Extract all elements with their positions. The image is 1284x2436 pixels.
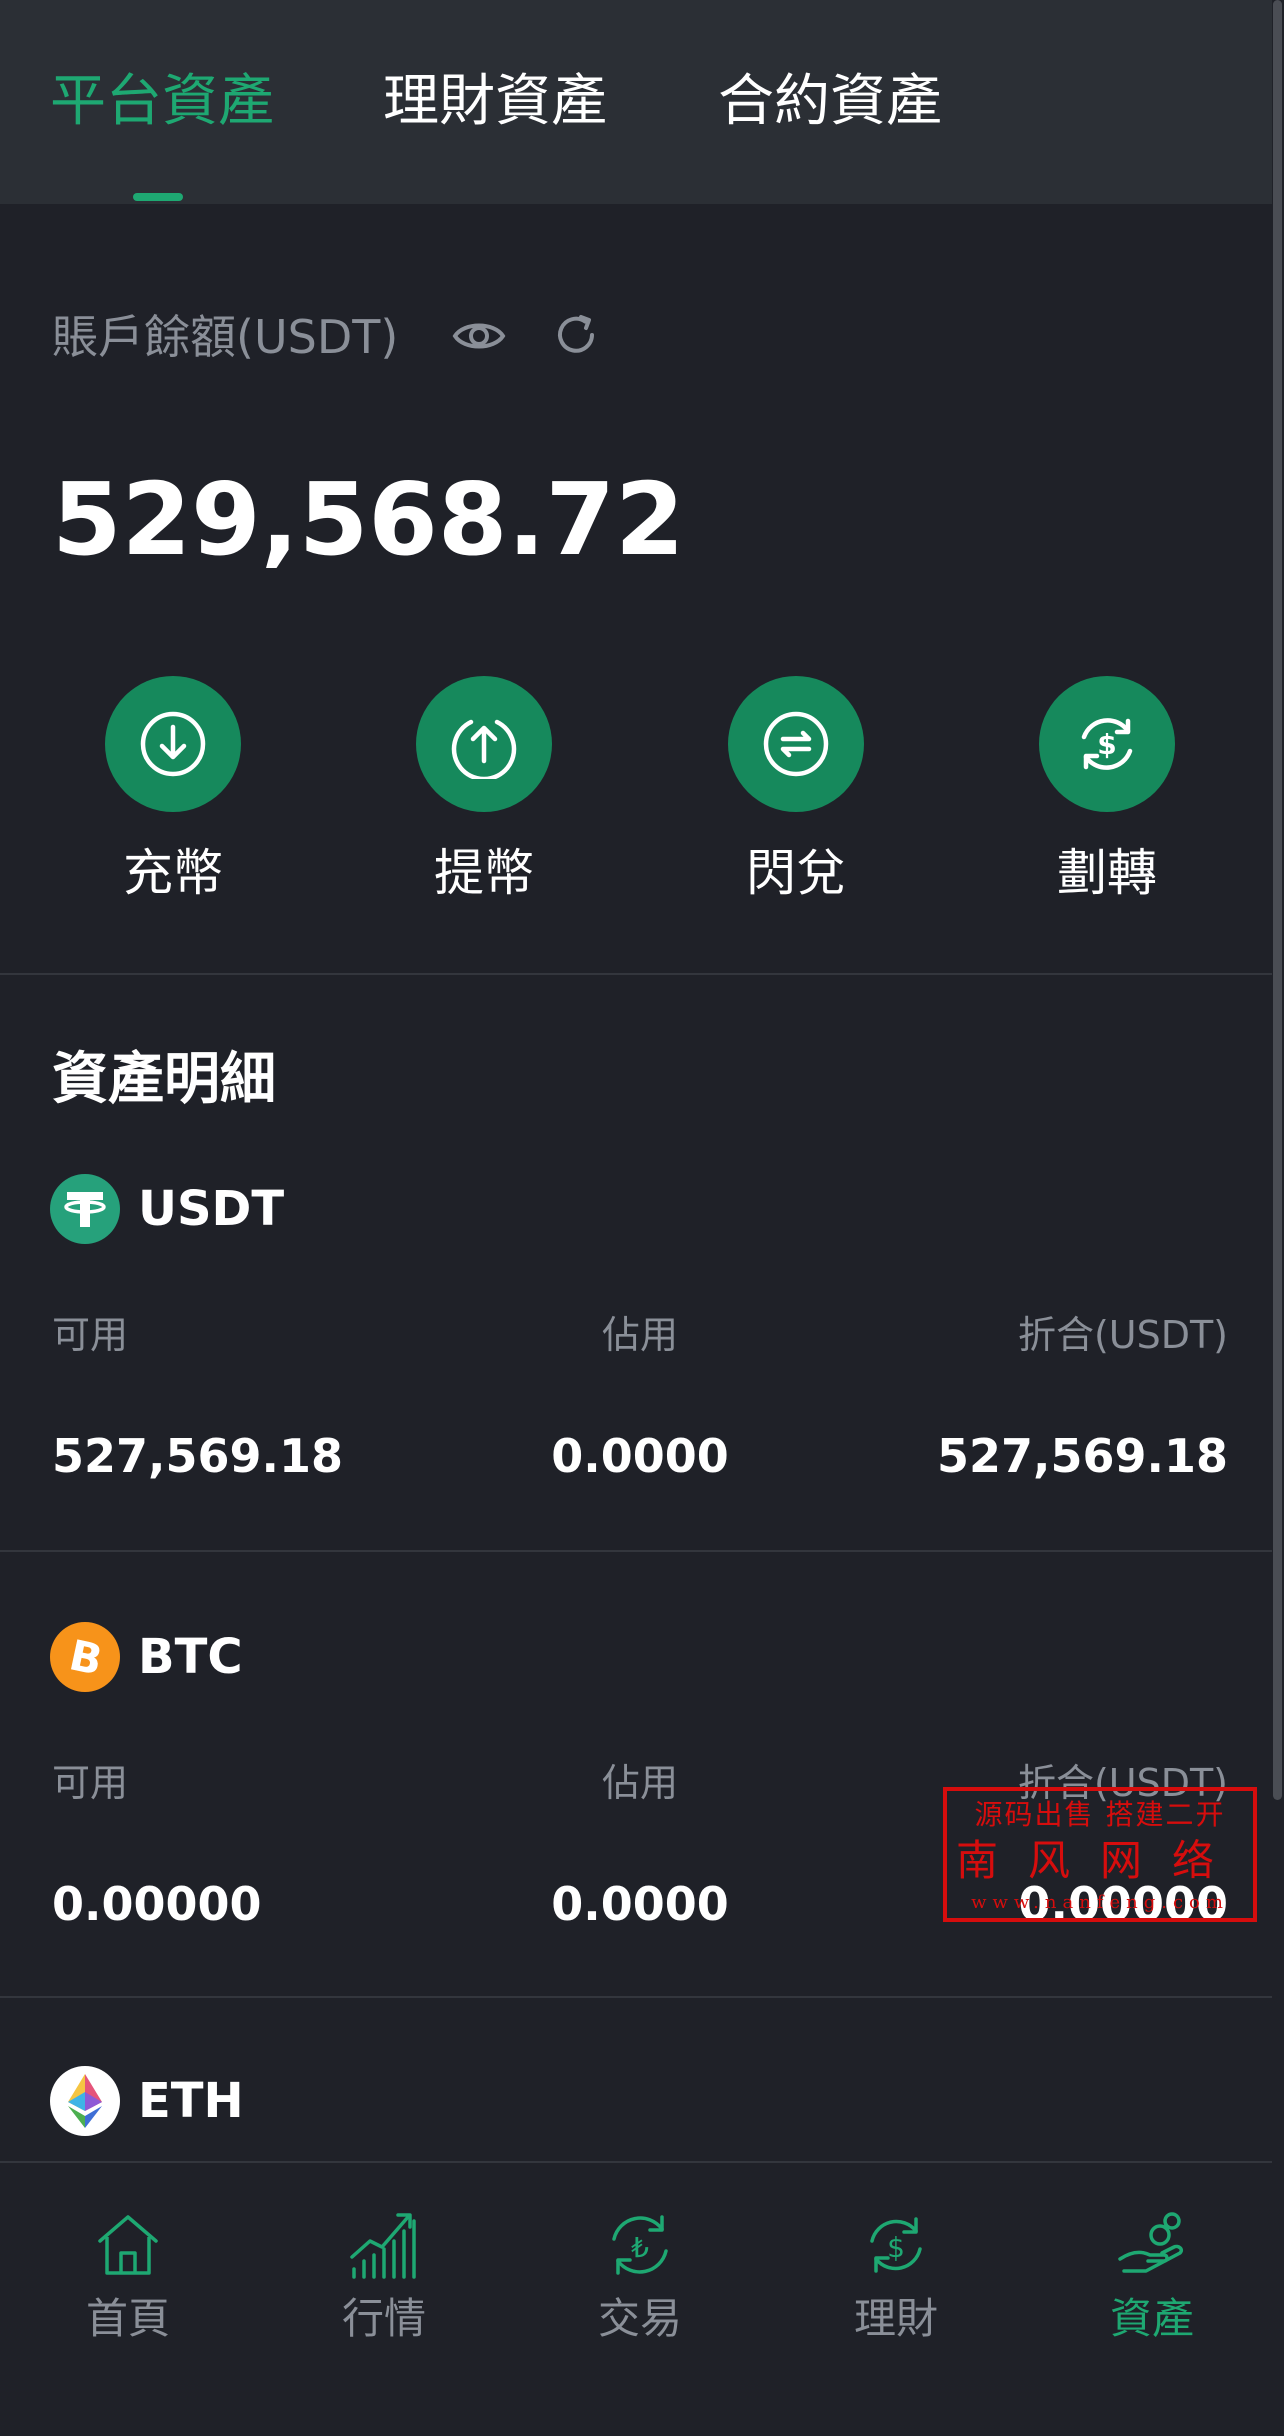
balance-label: 賬戶餘額(USDT) xyxy=(52,310,399,364)
btc-logo: B xyxy=(50,1622,120,1692)
tab-contract-assets[interactable]: 合約資產 xyxy=(718,62,942,142)
col-available-label: 可用 xyxy=(52,1313,129,1357)
swap-icon xyxy=(763,711,829,777)
occupied-value: 0.0000 xyxy=(551,1429,729,1483)
svg-text:₺: ₺ xyxy=(631,2231,649,2264)
converted-value: 527,569.18 xyxy=(936,1429,1228,1483)
asset-tabs: 平台資產 理財資產 合約資產 xyxy=(0,0,1272,204)
refresh-icon[interactable] xyxy=(552,311,600,359)
withdraw-button-circle[interactable] xyxy=(416,676,552,812)
market-chart-icon xyxy=(350,2213,416,2279)
nav-label: 交易 xyxy=(597,2294,682,2343)
withdraw-icon xyxy=(451,719,517,779)
deposit-button-circle[interactable] xyxy=(105,676,241,812)
assets-section-title: 資產明細 xyxy=(52,1047,276,1112)
nav-label: 資產 xyxy=(1109,2294,1194,2343)
col-occupied-label: 佔用 xyxy=(601,1313,678,1357)
eye-icon[interactable] xyxy=(452,313,506,359)
nav-home[interactable]: 首頁 xyxy=(26,2163,226,2363)
watermark-line: 源码出售 搭建二开 xyxy=(974,1798,1226,1831)
col-occupied-label: 佔用 xyxy=(601,1761,678,1805)
eth-logo xyxy=(50,2066,120,2136)
deposit-button[interactable]: 充幣 xyxy=(68,676,288,916)
asset-name: USDT xyxy=(138,1181,285,1237)
svg-text:$: $ xyxy=(1097,728,1116,761)
home-icon xyxy=(98,2215,158,2275)
asset-name: BTC xyxy=(138,1629,243,1685)
swap-button[interactable]: 閃兌 xyxy=(691,676,911,916)
col-converted-label: 折合(USDT) xyxy=(1017,1313,1228,1357)
finance-icon: $ xyxy=(870,2217,922,2273)
nav-market[interactable]: 行情 xyxy=(282,2163,482,2363)
asset-row-usdt[interactable]: USDT 可用 佔用 折合(USDT) 527,569.18 0.0000 52… xyxy=(0,1174,1272,1550)
watermark-line: 南风网络 xyxy=(955,1836,1244,1885)
trade-icon: ₺ xyxy=(612,2215,668,2275)
asset-divider xyxy=(0,1550,1272,1552)
occupied-value: 0.0000 xyxy=(551,1877,729,1931)
available-value: 527,569.18 xyxy=(52,1429,344,1483)
nav-label: 行情 xyxy=(341,2294,426,2343)
section-divider xyxy=(0,973,1272,975)
swap-button-circle[interactable] xyxy=(728,676,864,812)
usdt-logo xyxy=(50,1174,120,1244)
asset-name: ETH xyxy=(138,2073,244,2129)
deposit-label: 充幣 xyxy=(123,844,223,902)
nav-assets[interactable]: 資產 xyxy=(1050,2163,1250,2363)
nav-label: 理財 xyxy=(853,2294,938,2343)
tab-finance-assets[interactable]: 理財資產 xyxy=(383,62,607,142)
transfer-button[interactable]: $ 劃轉 xyxy=(1002,676,1222,916)
tab-platform-assets[interactable]: 平台資產 xyxy=(50,62,274,142)
nav-trade[interactable]: ₺ 交易 xyxy=(538,2163,738,2363)
nav-finance[interactable]: $ 理財 xyxy=(794,2163,994,2363)
asset-divider xyxy=(0,1996,1272,1998)
transfer-button-circle[interactable]: $ xyxy=(1039,676,1175,812)
app-screen: 平台資產 理財資產 合約資產 賬戶餘額(USDT) 529,568.72 充幣 xyxy=(0,0,1284,2436)
transfer-label: 劃轉 xyxy=(1057,844,1157,902)
deposit-icon xyxy=(140,711,206,777)
assets-icon xyxy=(1118,2212,1184,2273)
active-tab-indicator xyxy=(133,193,183,201)
swap-label: 閃兌 xyxy=(746,844,846,902)
transfer-icon: $ xyxy=(1081,718,1133,770)
balance-value: 529,568.72 xyxy=(52,461,685,578)
watermark-stamp: 源码出售 搭建二开 南风网络 www.nanfeng.com xyxy=(943,1787,1257,1922)
col-available-label: 可用 xyxy=(52,1761,129,1805)
svg-text:$: $ xyxy=(887,2231,905,2264)
watermark-line: www.nanfeng.com xyxy=(971,1892,1229,1913)
nav-label: 首頁 xyxy=(85,2294,170,2343)
bottom-nav: 首頁 行情 ₺ 交易 $ 理財 資產 xyxy=(0,2161,1272,2436)
available-value: 0.00000 xyxy=(52,1877,262,1931)
asset-row-eth[interactable]: ETH xyxy=(0,2066,1272,2156)
withdraw-label: 提幣 xyxy=(434,844,534,902)
withdraw-button[interactable]: 提幣 xyxy=(379,676,599,916)
scrollbar-thumb[interactable] xyxy=(1273,0,1282,1800)
